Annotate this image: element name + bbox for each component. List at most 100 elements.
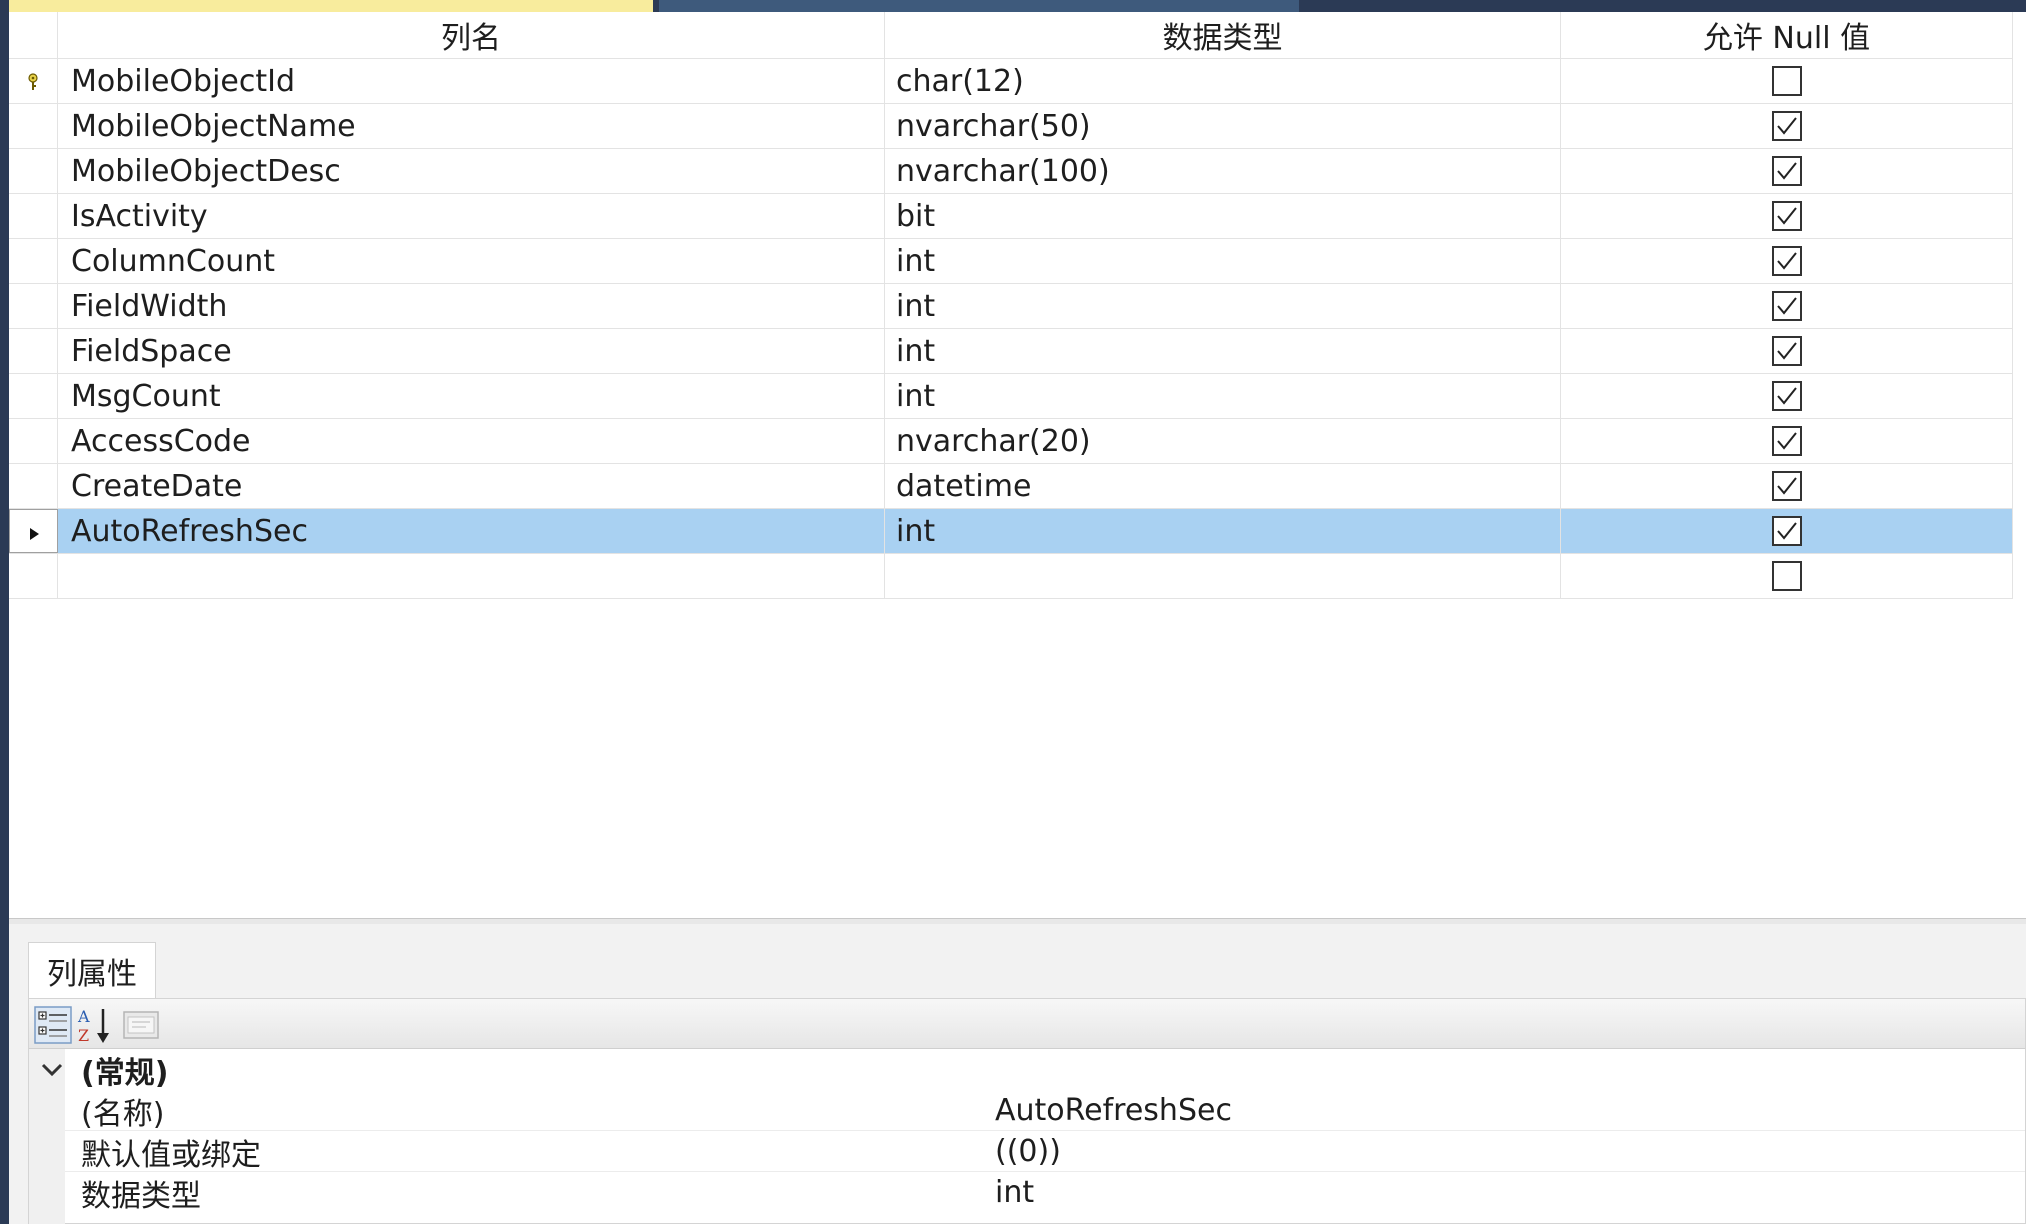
allow-null-cell xyxy=(1561,374,2013,418)
column-name-cell[interactable]: FieldSpace xyxy=(58,329,885,373)
alphabetical-sort-icon[interactable]: A Z xyxy=(75,1005,115,1045)
column-name-cell[interactable]: FieldWidth xyxy=(58,284,885,328)
row-selector[interactable] xyxy=(9,374,58,418)
document-tab-inactive[interactable] xyxy=(659,0,1299,12)
allow-null-checkbox[interactable] xyxy=(1771,291,1802,321)
header-corner xyxy=(9,12,58,58)
allow-null-cell xyxy=(1561,59,2013,103)
property-category-general[interactable]: (常规) xyxy=(29,1049,2025,1091)
data-type-cell[interactable]: char(12) xyxy=(885,59,1561,103)
table-row[interactable]: AccessCode nvarchar(20) xyxy=(9,419,2013,464)
grid-rows: MobileObjectId char(12) MobileObjectName nv… xyxy=(9,59,2013,599)
column-name-cell[interactable]: MobileObjectId xyxy=(58,59,885,103)
allow-null-checkbox[interactable] xyxy=(1771,111,1802,141)
property-value[interactable]: int xyxy=(995,1175,1034,1210)
data-type-cell[interactable]: int xyxy=(885,239,1561,283)
allow-null-cell xyxy=(1561,149,2013,193)
table-row[interactable]: FieldWidth int xyxy=(9,284,2013,329)
primary-key-icon xyxy=(26,64,40,99)
property-name: (名称) xyxy=(81,1096,165,1132)
data-type-cell[interactable] xyxy=(885,554,1561,598)
row-selector[interactable] xyxy=(9,509,58,553)
categorized-icon[interactable] xyxy=(33,1005,73,1045)
data-type-cell[interactable]: nvarchar(100) xyxy=(885,149,1561,193)
allow-null-checkbox[interactable] xyxy=(1771,246,1802,276)
property-grid: A Z (常规) (名称) AutoRefreshSec 默认值或绑定 ((0)… xyxy=(28,998,2026,1224)
allow-null-cell xyxy=(1561,239,2013,283)
allow-null-cell xyxy=(1561,509,2013,553)
table-row[interactable]: CreateDate datetime xyxy=(9,464,2013,509)
table-row[interactable]: AutoRefreshSec int xyxy=(9,509,2013,554)
allow-null-checkbox[interactable] xyxy=(1771,336,1802,366)
row-selector-arrow-icon xyxy=(28,514,40,549)
column-properties-pane: 列属性 A Z (常规) (名称) AutoRefreshSec 默认值或绑定 … xyxy=(9,924,2026,1224)
property-row[interactable]: 默认值或绑定 ((0)) xyxy=(29,1131,2025,1173)
property-row[interactable]: (名称) AutoRefreshSec xyxy=(29,1090,2025,1132)
property-value[interactable]: AutoRefreshSec xyxy=(995,1093,1232,1128)
property-value[interactable]: ((0)) xyxy=(995,1134,1061,1169)
column-name-cell[interactable]: IsActivity xyxy=(58,194,885,238)
column-name-cell[interactable] xyxy=(58,554,885,598)
row-selector[interactable] xyxy=(9,464,58,508)
allow-null-cell xyxy=(1561,284,2013,328)
allow-null-checkbox[interactable] xyxy=(1771,201,1802,231)
property-category-label: (常规) xyxy=(81,1055,169,1091)
data-type-cell[interactable]: nvarchar(20) xyxy=(885,419,1561,463)
row-selector[interactable] xyxy=(9,239,58,283)
column-name-cell[interactable]: MobileObjectName xyxy=(58,104,885,148)
property-row[interactable]: 数据类型 int xyxy=(29,1172,2025,1214)
data-type-cell[interactable]: int xyxy=(885,329,1561,373)
table-row[interactable] xyxy=(9,554,2013,599)
column-name-cell[interactable]: MobileObjectDesc xyxy=(58,149,885,193)
property-name: 默认值或绑定 xyxy=(81,1137,261,1173)
column-name-cell[interactable]: MsgCount xyxy=(58,374,885,418)
row-selector[interactable] xyxy=(9,104,58,148)
row-selector[interactable] xyxy=(9,149,58,193)
column-name-cell[interactable]: AccessCode xyxy=(58,419,885,463)
tab-column-properties[interactable]: 列属性 xyxy=(28,942,156,998)
table-row[interactable]: FieldSpace int xyxy=(9,329,2013,374)
property-toolbar: A Z xyxy=(29,999,2025,1049)
allow-null-checkbox[interactable] xyxy=(1771,381,1802,411)
allow-null-cell xyxy=(1561,554,2013,598)
grid-header-row: 列名 数据类型 允许 Null 值 xyxy=(9,12,2013,59)
data-type-cell[interactable]: datetime xyxy=(885,464,1561,508)
row-selector[interactable] xyxy=(9,59,58,103)
column-name-cell[interactable]: AutoRefreshSec xyxy=(58,509,885,553)
row-selector[interactable] xyxy=(9,419,58,463)
allow-null-checkbox[interactable] xyxy=(1771,516,1802,546)
data-type-cell[interactable]: nvarchar(50) xyxy=(885,104,1561,148)
property-pages-icon xyxy=(121,1005,161,1045)
header-allow-null[interactable]: 允许 Null 值 xyxy=(1561,12,2013,58)
row-selector[interactable] xyxy=(9,194,58,238)
allow-null-cell xyxy=(1561,464,2013,508)
column-name-cell[interactable]: CreateDate xyxy=(58,464,885,508)
allow-null-cell xyxy=(1561,104,2013,148)
data-type-cell[interactable]: int xyxy=(885,509,1561,553)
table-row[interactable]: MobileObjectName nvarchar(50) xyxy=(9,104,2013,149)
data-type-cell[interactable]: bit xyxy=(885,194,1561,238)
table-row[interactable]: MobileObjectDesc nvarchar(100) xyxy=(9,149,2013,194)
allow-null-checkbox[interactable] xyxy=(1771,426,1802,456)
row-selector[interactable] xyxy=(9,284,58,328)
allow-null-cell xyxy=(1561,419,2013,463)
allow-null-cell xyxy=(1561,329,2013,373)
allow-null-checkbox[interactable] xyxy=(1771,561,1802,591)
window-left-border xyxy=(0,0,9,1224)
header-column-name[interactable]: 列名 xyxy=(58,12,885,58)
allow-null-checkbox[interactable] xyxy=(1771,66,1802,96)
row-selector[interactable] xyxy=(9,329,58,373)
allow-null-checkbox[interactable] xyxy=(1771,156,1802,186)
data-type-cell[interactable]: int xyxy=(885,374,1561,418)
document-tab-active[interactable] xyxy=(9,0,653,12)
data-type-cell[interactable]: int xyxy=(885,284,1561,328)
header-data-type[interactable]: 数据类型 xyxy=(885,12,1561,58)
table-row[interactable]: MsgCount int xyxy=(9,374,2013,419)
table-row[interactable]: IsActivity bit xyxy=(9,194,2013,239)
table-row[interactable]: MobileObjectId char(12) xyxy=(9,59,2013,104)
row-selector[interactable] xyxy=(9,554,58,598)
chevron-down-icon[interactable] xyxy=(39,1057,65,1083)
allow-null-checkbox[interactable] xyxy=(1771,471,1802,501)
column-name-cell[interactable]: ColumnCount xyxy=(58,239,885,283)
table-row[interactable]: ColumnCount int xyxy=(9,239,2013,284)
